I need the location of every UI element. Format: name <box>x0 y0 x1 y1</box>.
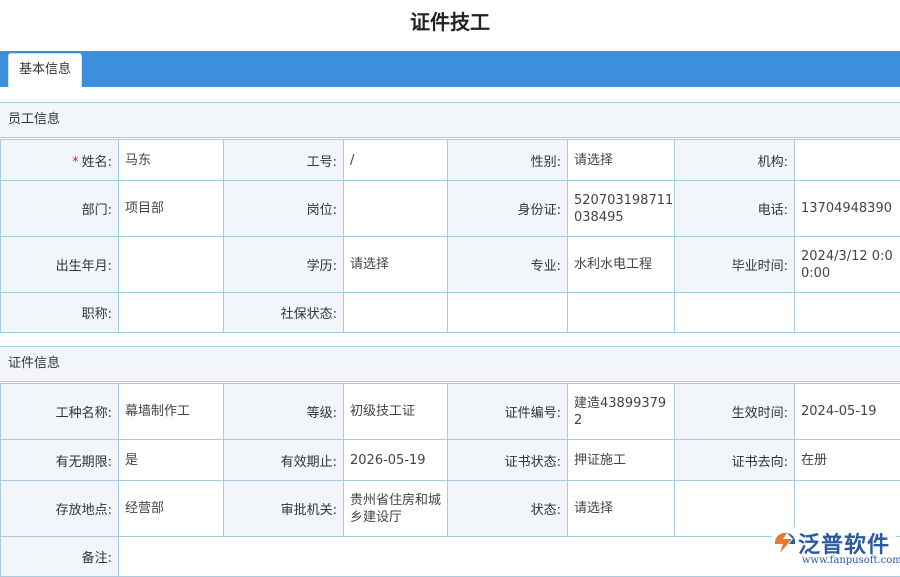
page-title: 证件技工 <box>0 0 900 44</box>
major-field[interactable]: 水利水电工程 <box>568 237 675 293</box>
gender-label: 性别: <box>448 140 568 181</box>
org-label: 机构: <box>675 140 795 181</box>
tab-bar: 基本信息 <box>0 51 900 87</box>
name-label: *姓名: <box>1 140 119 181</box>
post-field[interactable] <box>344 181 448 237</box>
post-label: 岗位: <box>224 181 344 237</box>
trade-field[interactable]: 幕墙制作工 <box>119 384 224 440</box>
prof-title-field[interactable] <box>119 293 224 333</box>
storage-field[interactable]: 经营部 <box>119 481 224 537</box>
level-label: 等级: <box>224 384 344 440</box>
storage-label: 存放地点: <box>1 481 119 537</box>
graduation-label: 毕业时间: <box>675 237 795 293</box>
remark-label: 备注: <box>1 537 119 577</box>
dept-field[interactable]: 项目部 <box>119 181 224 237</box>
effective-field[interactable]: 2024-05-19 <box>795 384 900 440</box>
whereabouts-field[interactable]: 在册 <box>795 440 900 481</box>
expiry-field[interactable]: 2026-05-19 <box>344 440 448 481</box>
expiry-label: 有效期止: <box>224 440 344 481</box>
certificate-info-table: 工种名称: 幕墙制作工 等级: 初级技工证 证件编号: 建造438993792 … <box>0 383 900 577</box>
education-select[interactable]: 请选择 <box>344 237 448 293</box>
authority-field[interactable]: 贵州省住房和城乡建设厅 <box>344 481 448 537</box>
major-label: 专业: <box>448 237 568 293</box>
logo-url: www.fanpusoft.com <box>802 555 900 566</box>
id-card-label: 身份证: <box>448 181 568 237</box>
education-label: 学历: <box>224 237 344 293</box>
work-no-label: 工号: <box>224 140 344 181</box>
cert-status-field[interactable]: 押证施工 <box>568 440 675 481</box>
brand-logo: 泛普软件 www.fanpusoft.com <box>772 527 896 573</box>
cert-status-label: 证书状态: <box>448 440 568 481</box>
cert-no-field[interactable]: 建造438993792 <box>568 384 675 440</box>
status-label: 状态: <box>448 481 568 537</box>
has-expiry-field[interactable]: 是 <box>119 440 224 481</box>
section-certificate-info: 证件信息 <box>0 346 900 382</box>
employee-info-table: *姓名: 马东 工号: / 性别: 请选择 机构: 部门: 项目部 岗位: 身份… <box>0 139 900 333</box>
insurance-field[interactable] <box>344 293 448 333</box>
id-card-field[interactable]: 520703198711038495 <box>568 181 675 237</box>
prof-title-label: 职称: <box>1 293 119 333</box>
insurance-label: 社保状态: <box>224 293 344 333</box>
empty-cell <box>448 293 568 333</box>
has-expiry-label: 有无期限: <box>1 440 119 481</box>
phone-label: 电话: <box>675 181 795 237</box>
section-employee-info: 员工信息 <box>0 102 900 138</box>
trade-label: 工种名称: <box>1 384 119 440</box>
dept-label: 部门: <box>1 181 119 237</box>
empty-cell <box>568 293 675 333</box>
status-select[interactable]: 请选择 <box>568 481 675 537</box>
name-field[interactable]: 马东 <box>119 140 224 181</box>
birth-label: 出生年月: <box>1 237 119 293</box>
empty-cell <box>795 293 900 333</box>
required-marker: * <box>72 155 79 170</box>
phone-field[interactable]: 13704948390 <box>795 181 900 237</box>
cert-no-label: 证件编号: <box>448 384 568 440</box>
tab-basic-info[interactable]: 基本信息 <box>8 53 82 87</box>
graduation-field[interactable]: 2024/3/12 0:00:00 <box>795 237 900 293</box>
work-no-field[interactable]: / <box>344 140 448 181</box>
birth-field[interactable] <box>119 237 224 293</box>
org-field[interactable] <box>795 140 900 181</box>
authority-label: 审批机关: <box>224 481 344 537</box>
logo-icon <box>772 530 798 556</box>
empty-cell <box>675 293 795 333</box>
level-field[interactable]: 初级技工证 <box>344 384 448 440</box>
whereabouts-label: 证书去向: <box>675 440 795 481</box>
effective-label: 生效时间: <box>675 384 795 440</box>
gender-select[interactable]: 请选择 <box>568 140 675 181</box>
